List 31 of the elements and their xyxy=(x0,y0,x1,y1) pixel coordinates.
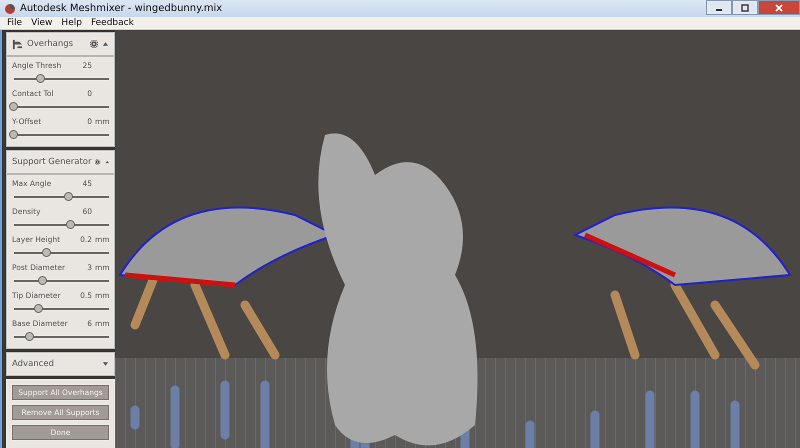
slider-thumb[interactable] xyxy=(42,248,52,257)
close-button[interactable] xyxy=(758,0,800,15)
slider-thumb[interactable] xyxy=(9,130,18,139)
slider-thumb[interactable] xyxy=(36,74,45,83)
slider-thumb[interactable] xyxy=(64,192,74,201)
menu-item[interactable]: File xyxy=(7,18,22,28)
overhang-icon xyxy=(12,38,23,50)
caret-icon[interactable] xyxy=(102,361,109,367)
slider-thumb[interactable] xyxy=(9,102,18,111)
close-icon xyxy=(774,4,784,12)
app-logo-icon xyxy=(4,2,16,14)
settings-icon[interactable] xyxy=(90,40,98,48)
maximize-button[interactable] xyxy=(732,0,758,15)
panel-title: Support Generator xyxy=(12,157,92,167)
menu-item[interactable]: Feedback xyxy=(90,18,134,28)
slider-thumb[interactable] xyxy=(34,304,43,313)
slider-thumb[interactable] xyxy=(38,276,46,285)
panel-header[interactable]: Advanced xyxy=(7,353,114,375)
menu-item[interactable]: Help xyxy=(61,18,82,28)
panel-title: Overhangs xyxy=(27,39,74,49)
settings-icon[interactable] xyxy=(95,158,101,166)
slider-thumb[interactable] xyxy=(25,332,34,341)
window-title: Autodesk Meshmixer - wingedbunny.mix xyxy=(20,3,224,14)
caret-icon[interactable] xyxy=(102,41,109,47)
caret-icon[interactable] xyxy=(104,159,109,165)
panel-header[interactable]: Overhangs xyxy=(7,33,114,57)
minimize-button[interactable] xyxy=(706,0,732,15)
menu-item[interactable]: View xyxy=(31,18,52,28)
slider-thumb[interactable] xyxy=(66,220,75,229)
panel-title: Advanced xyxy=(12,359,55,369)
maximize-icon xyxy=(740,4,750,12)
